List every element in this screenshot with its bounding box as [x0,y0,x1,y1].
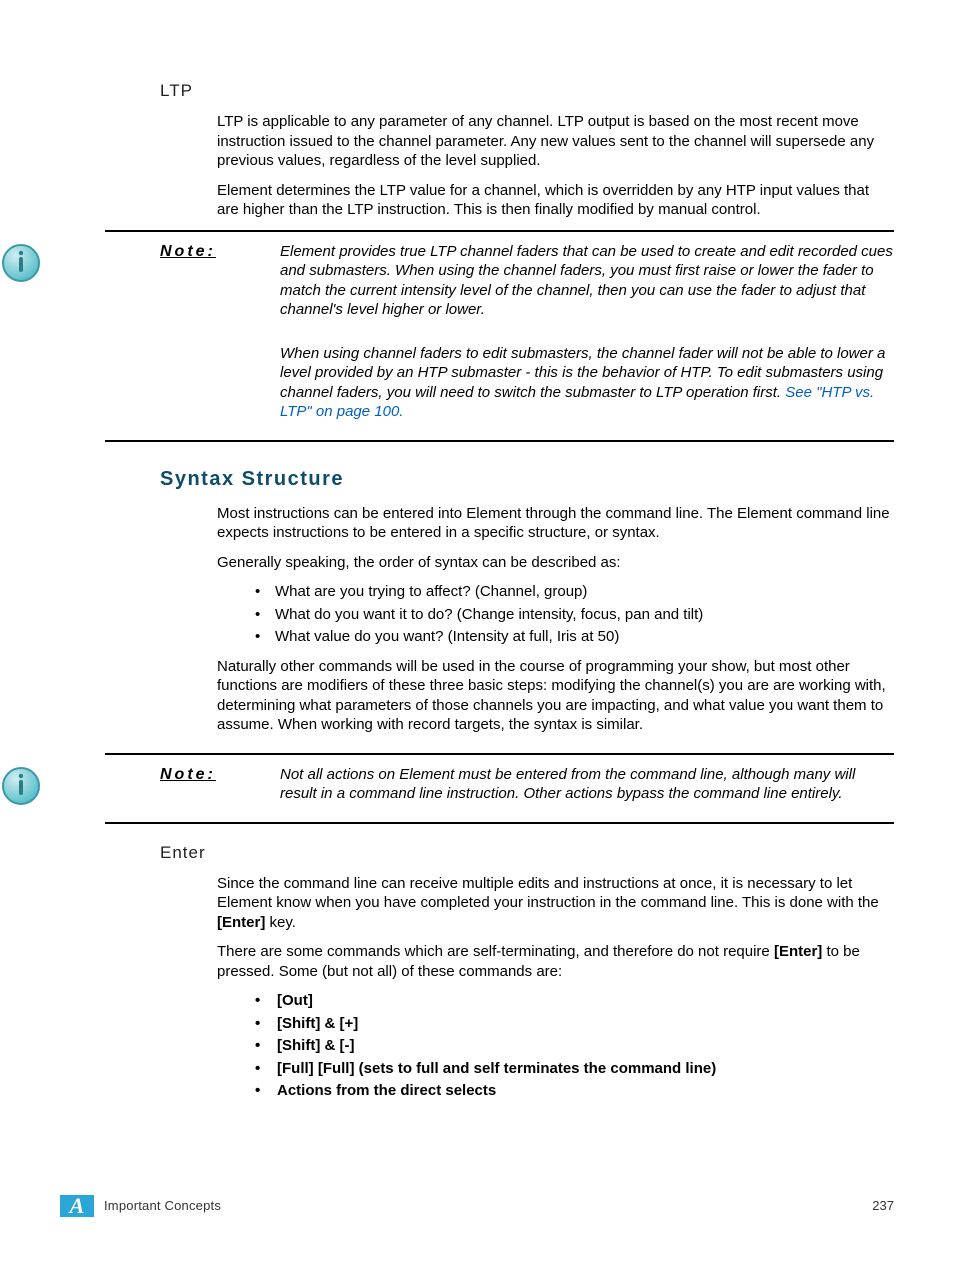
list-item: What do you want it to do? (Change inten… [247,605,894,625]
heading-enter: Enter [160,842,894,864]
syntax-paragraph-1: Most instructions can be entered into El… [217,504,894,543]
divider [105,753,894,755]
enter-paragraph-1: Since the command line can receive multi… [217,874,894,933]
list-item: Actions from the direct selects [247,1081,894,1101]
page-footer: A Important Concepts 237 [60,1195,894,1217]
ltp-paragraph-2: Element determines the LTP value for a c… [217,181,894,220]
list-item: What are you trying to affect? (Channel,… [247,582,894,602]
divider [105,440,894,442]
appendix-badge: A [60,1195,94,1217]
info-icon [0,242,42,284]
syntax-bullet-list: What are you trying to affect? (Channel,… [247,582,894,647]
list-item: [Shift] & [-] [247,1036,894,1056]
page-number: 237 [872,1198,894,1215]
note2-paragraph-1: Not all actions on Element must be enter… [280,765,894,804]
heading-ltp: LTP [160,80,894,102]
footer-section-title: Important Concepts [104,1198,221,1215]
syntax-paragraph-2: Generally speaking, the order of syntax … [217,553,894,573]
ltp-paragraph-1: LTP is applicable to any parameter of an… [217,112,894,171]
list-item: [Full] [Full] (sets to full and self ter… [247,1059,894,1079]
note1-paragraph-1: Element provides true LTP channel faders… [280,242,894,320]
note1-paragraph-2: When using channel faders to edit submas… [280,344,894,422]
syntax-paragraph-3: Naturally other commands will be used in… [217,657,894,735]
note-label: Note: [160,242,280,263]
list-item: [Out] [247,991,894,1011]
list-item: What value do you want? (Intensity at fu… [247,627,894,647]
heading-syntax-structure: Syntax Structure [160,466,894,492]
enter-bullet-list: [Out] [Shift] & [+] [Shift] & [-] [Full]… [247,991,894,1101]
info-icon [0,765,42,807]
note-label: Note: [160,765,280,786]
list-item: [Shift] & [+] [247,1014,894,1034]
enter-paragraph-2: There are some commands which are self-t… [217,942,894,981]
divider [105,822,894,824]
divider [105,230,894,232]
